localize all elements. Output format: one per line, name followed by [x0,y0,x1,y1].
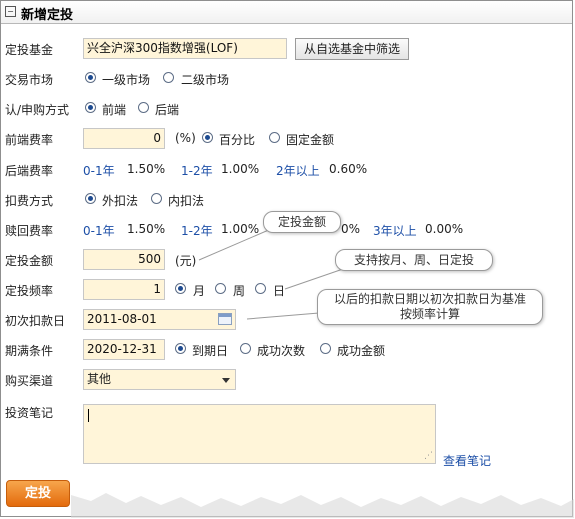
callout-line-date [246,312,320,320]
callout-amount: 定投金额 [263,211,341,233]
callout-line-amount [198,228,272,261]
callout-line-frequency [284,268,344,290]
torn-edge-decoration [71,493,574,518]
callout-frequency: 支持按月、周、日定投 [335,249,493,271]
callout-date: 以后的扣款日期以初次扣款日为基准按频率计算 [317,289,543,325]
new-plan-panel: − 新增定投 定投基金 兴全沪深300指数增强(LOF) 从自选基金中筛选 交易… [0,0,574,518]
